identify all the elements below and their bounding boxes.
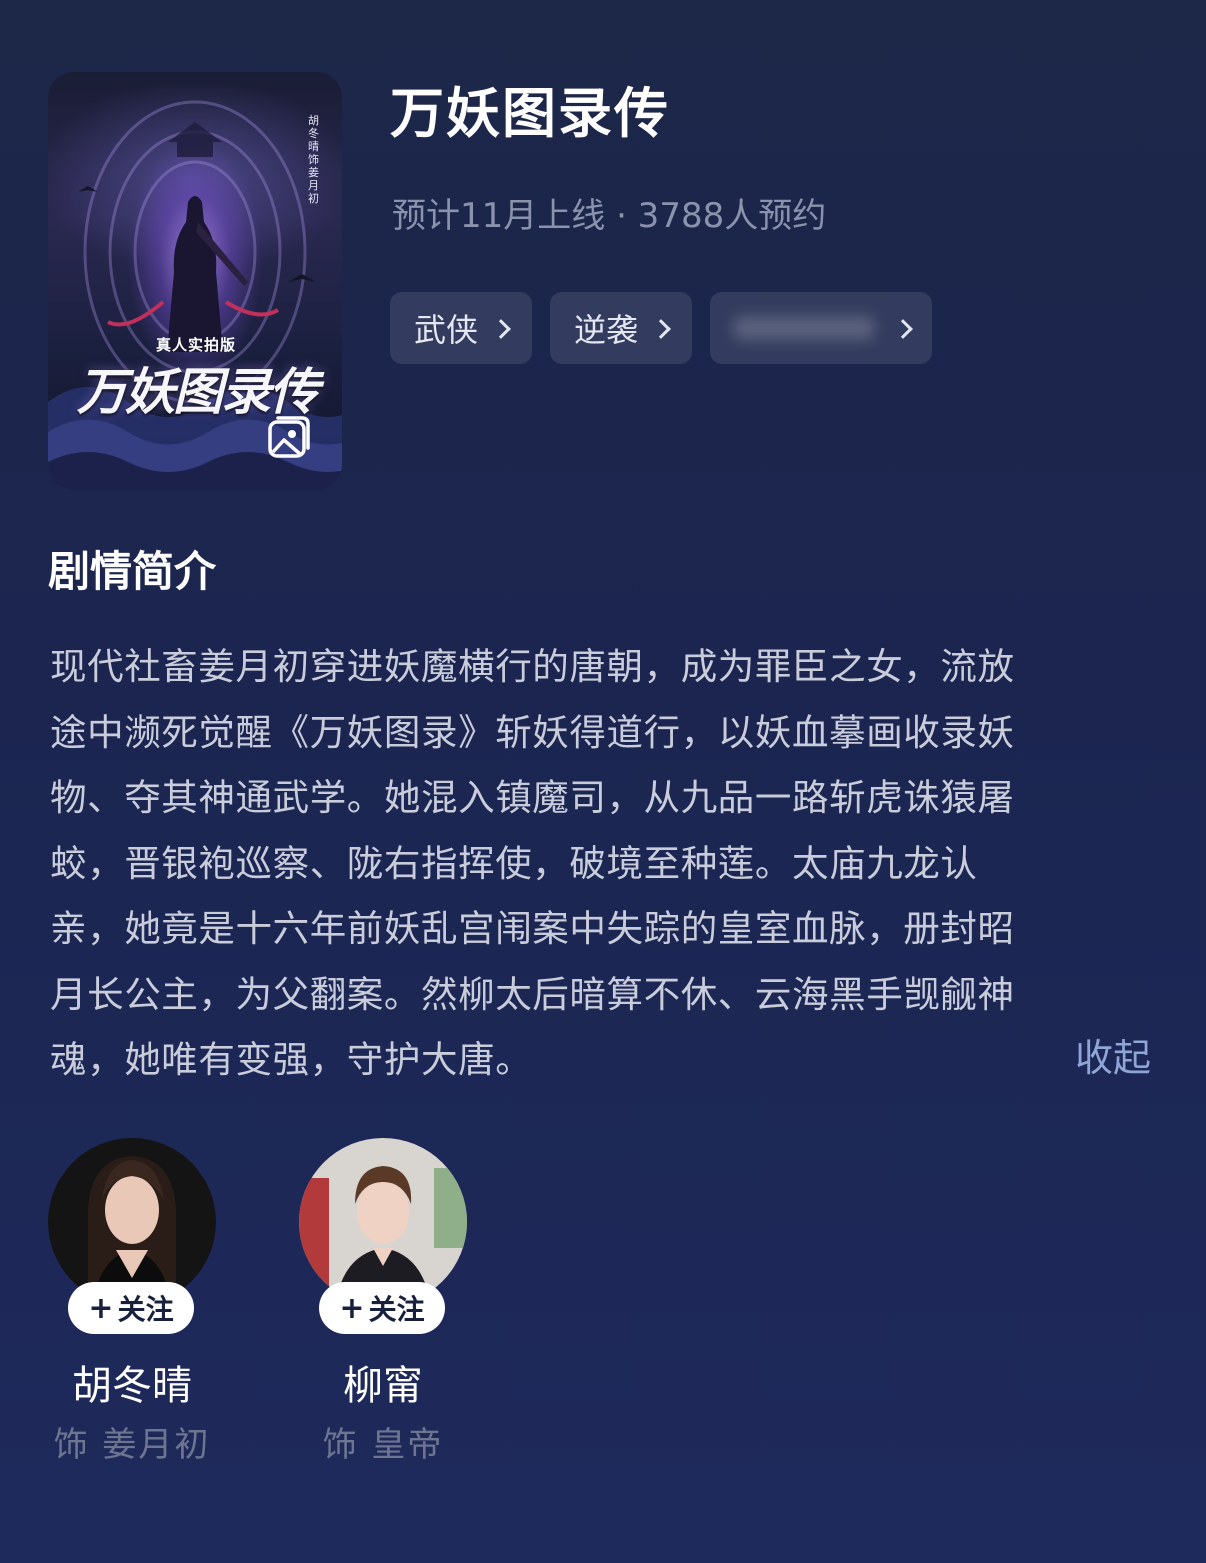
synopsis-line: 物、夺其神通武学。她混入镇魔司，从九品一路斩虎诛猿屠 [50, 776, 1015, 819]
release-and-reservations: 预计11月上线 · 3788人预约 [392, 196, 827, 236]
gallery-icon[interactable] [262, 412, 314, 464]
chevron-right-icon [893, 319, 913, 339]
avatar[interactable] [299, 1138, 467, 1306]
synopsis-line: 蛟，晋银袍巡察、陇右指挥使，破境至种莲。太庙九龙认 [50, 841, 978, 885]
avatar[interactable] [48, 1138, 216, 1306]
tag-wuxia[interactable]: 武侠 [390, 292, 533, 364]
chevron-right-icon [491, 319, 511, 339]
synopsis-line: 月长公主，为父翻案。然柳太后暗算不休、云海黑手觊觎神 [50, 972, 1015, 1016]
tag-label: 武侠 [414, 311, 479, 349]
show-title: 万妖图录传 [390, 82, 670, 145]
synopsis-line: 魂，她唯有变强，守护大唐。 [50, 1038, 533, 1081]
tag-blurred[interactable] [710, 292, 933, 364]
blurred-tag-label [734, 316, 875, 340]
tag-label: 逆袭 [574, 311, 639, 349]
follow-button[interactable]: + 关注 [319, 1282, 445, 1334]
synopsis-line: 现代社畜姜月初穿进妖魔横行的唐朝，成为罪臣之女，流放 [50, 645, 1015, 688]
genre-tags: 武侠 逆袭 [390, 292, 933, 364]
follow-button[interactable]: + 关注 [68, 1282, 194, 1334]
actor-role: 饰 姜月初 [53, 1425, 211, 1465]
tag-comeback[interactable]: 逆袭 [550, 292, 693, 364]
synopsis-line: 亲，她竟是十六年前妖乱宫闱案中失踪的皇室血脉，册封昭 [50, 907, 1015, 950]
follow-label: 关注 [368, 1293, 425, 1326]
plus-icon: + [339, 1290, 365, 1326]
synopsis-line: 途中濒死觉醒《万妖图录》斩妖得道行，以妖血摹画收录妖 [50, 710, 1015, 754]
poster-vertical-text: 胡冬晴饰姜月初 [308, 114, 319, 205]
chevron-right-icon [651, 319, 671, 339]
plus-icon: + [88, 1290, 114, 1326]
follow-label: 关注 [117, 1293, 174, 1326]
synopsis-text: 现代社畜姜月初穿进妖魔横行的唐朝，成为罪臣之女，流放 途中濒死觉醒《万妖图录》斩… [50, 634, 1150, 1093]
actor-name: 胡冬晴 [72, 1363, 192, 1409]
actor-name: 柳甯 [343, 1363, 423, 1409]
collapse-link[interactable]: 收起 [1075, 1026, 1151, 1091]
synopsis-heading: 剧情简介 [48, 547, 217, 596]
actor-role: 饰 皇帝 [322, 1425, 444, 1465]
